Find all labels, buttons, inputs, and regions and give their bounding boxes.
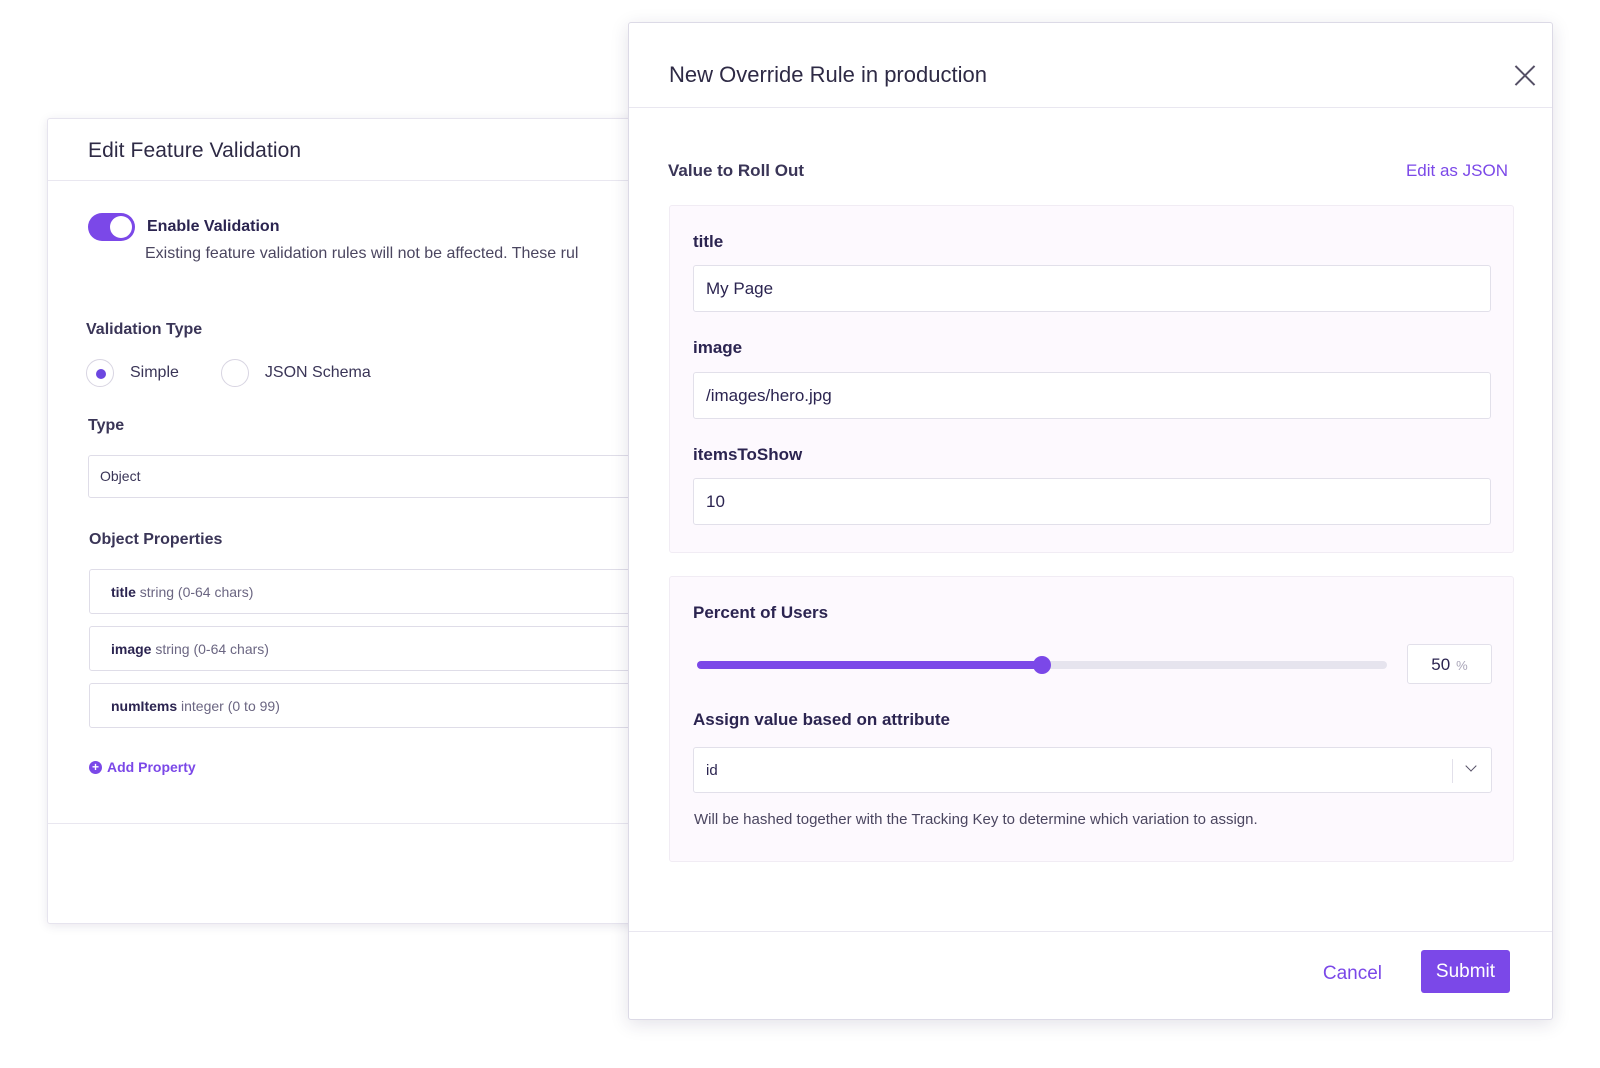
radio-json-schema-label: JSON Schema [264,364,371,381]
percent-unit: % [1456,658,1468,673]
radio-simple-label: Simple [130,364,179,381]
modal-title: New Override Rule in production [669,62,987,87]
radio-json-schema[interactable] [220,359,249,387]
property-name: numItems [111,698,178,714]
enable-validation-label: Enable Validation [147,218,280,235]
field-label-image: image [693,338,743,357]
panel-footer-divider [48,823,646,824]
enable-validation-row: Enable Validation [88,213,279,241]
percent-input[interactable]: 50% [1407,644,1492,684]
panel-header: Edit Feature Validation [48,119,646,181]
panel-title: Edit Feature Validation [88,139,302,162]
close-icon[interactable] [1514,64,1536,86]
submit-button[interactable]: Submit [1421,950,1510,993]
attribute-select-value: id [706,762,718,779]
enable-validation-help: Existing feature validation rules will n… [145,245,579,262]
override-rule-modal: New Override Rule in production Value to… [628,22,1553,1020]
edit-as-json-link[interactable]: Edit as JSON [1406,161,1508,181]
property-item-title[interactable]: title string (0-64 chars) [89,569,646,614]
cancel-button[interactable]: Cancel [1323,963,1382,985]
property-name: title [111,584,136,600]
itemstoshow-input[interactable]: 10 [693,478,1491,525]
percent-of-users-label: Percent of Users [693,603,829,622]
percent-value: 50 [1431,655,1451,674]
validation-type-label: Validation Type [86,321,203,338]
rollout-settings-card: Percent of Users 50% Assign value based … [669,576,1514,862]
slider-handle[interactable] [1033,656,1051,674]
field-label-title: title [693,232,724,251]
enable-validation-toggle[interactable] [88,213,135,241]
modal-footer-divider [629,931,1552,932]
property-desc: integer (0 to 99) [181,698,280,714]
type-label: Type [88,417,125,434]
value-fields-card: title My Page image /images/hero.jpg ite… [669,205,1514,553]
edit-feature-validation-panel: Edit Feature Validation Enable Validatio… [47,118,647,924]
select-separator [1452,759,1453,783]
property-item-numitems[interactable]: numItems integer (0 to 99) [89,683,646,728]
attribute-hint: Will be hashed together with the Trackin… [694,811,1258,828]
image-input[interactable]: /images/hero.jpg [693,372,1491,419]
percent-slider[interactable] [697,656,1387,674]
title-input[interactable]: My Page [693,265,1491,312]
radio-simple[interactable] [86,359,114,387]
chevron-down-icon [1465,760,1477,772]
object-properties-label: Object Properties [89,531,223,548]
value-to-roll-out-label: Value to Roll Out [668,161,805,180]
property-name: image [111,641,152,657]
field-label-itemstoshow: itemsToShow [693,445,803,464]
attribute-select[interactable]: id [693,747,1492,793]
plus-circle-icon: + [89,760,102,774]
validation-type-radios: Simple JSON Schema [86,359,371,387]
add-property-label: Add Property [107,759,196,775]
assign-attribute-label: Assign value based on attribute [693,710,950,729]
modal-header: New Override Rule in production [629,23,1552,108]
property-item-image[interactable]: image string (0-64 chars) [89,626,646,671]
add-property-button[interactable]: + Add Property [89,759,196,775]
property-desc: string (0-64 chars) [155,641,269,657]
slider-fill [697,661,1042,669]
property-desc: string (0-64 chars) [139,584,254,600]
type-select[interactable]: Object [88,455,646,498]
